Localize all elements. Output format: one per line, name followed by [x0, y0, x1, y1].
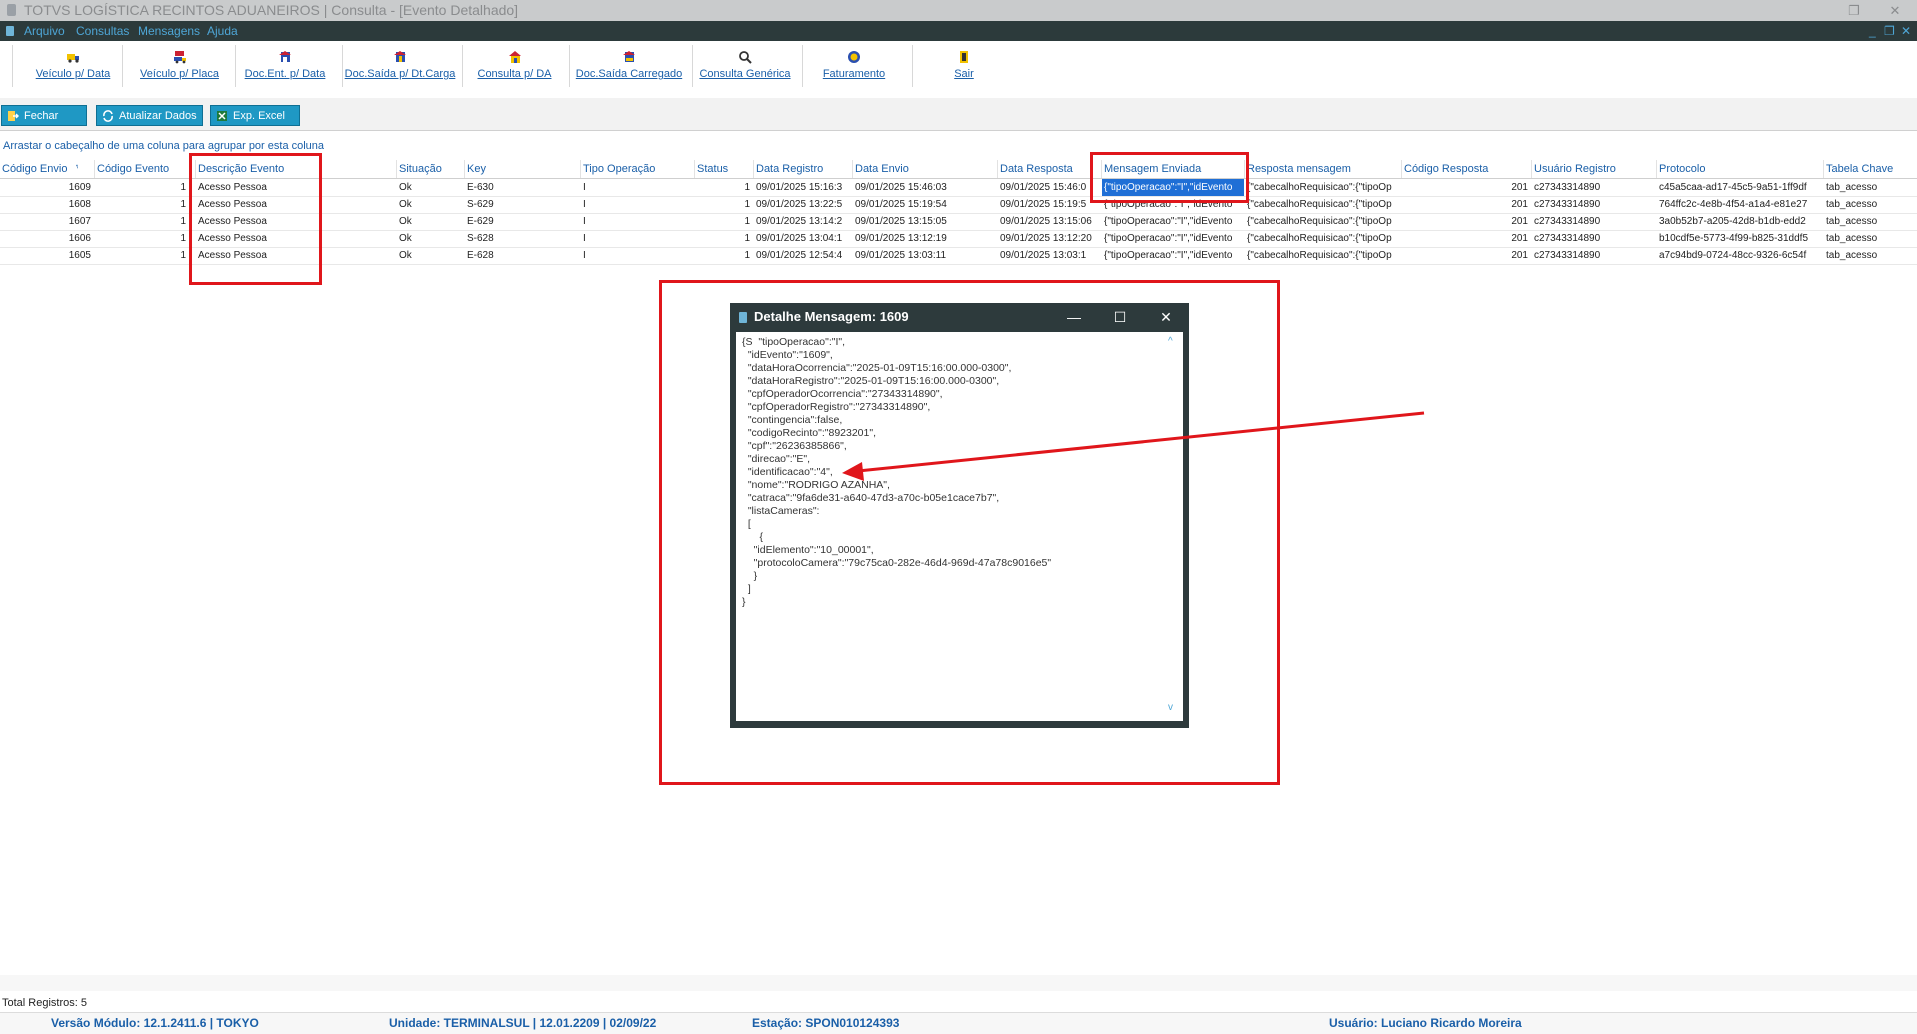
scroll-down-icon[interactable]: v: [1168, 702, 1173, 713]
grid-footer-area: [0, 975, 1917, 991]
toolbar-separator: [462, 45, 463, 87]
highlight-mensagem-cell: [1090, 152, 1249, 203]
toolbar-separator: [569, 45, 570, 87]
exp-excel-button[interactable]: Exp. Excel: [210, 105, 300, 126]
truck-icon: [67, 54, 79, 63]
dialog-title: Detalhe Mensagem: 1609: [754, 309, 909, 324]
refresh-icon: [103, 110, 113, 122]
doc-saida-carregado-button[interactable]: Doc.Saída Carregado: [573, 44, 685, 88]
dialog-close-button[interactable]: ✕: [1151, 303, 1181, 331]
col-codigo-envio[interactable]: Código Envio▽: [0, 160, 78, 178]
menu-consultas[interactable]: Consultas: [76, 21, 129, 41]
scroll-up-icon[interactable]: ^: [1168, 336, 1173, 347]
exit-door-icon: [960, 51, 968, 63]
document-icon: [6, 26, 14, 36]
doc-exit-icon: [394, 51, 406, 62]
veiculo-placa-button[interactable]: Veículo p/ Placa: [128, 44, 231, 88]
mdi-minimize-button[interactable]: _: [1869, 21, 1876, 41]
dialog-body: {S "tipoOperacao":"I", "idEvento":"1609"…: [736, 332, 1183, 721]
col-status[interactable]: Status: [694, 160, 753, 178]
detalhe-mensagem-dialog: Detalhe Mensagem: 1609 — ☐ ✕ {S "tipoOpe…: [730, 303, 1189, 728]
total-registros: Total Registros: 5: [2, 997, 87, 1009]
vertical-scrollbar[interactable]: ^ v: [1167, 336, 1179, 717]
sair-button[interactable]: Sair: [914, 44, 1014, 88]
close-window-button[interactable]: ✕: [1880, 0, 1910, 21]
menu-bar: Arquivo Consultas Mensagens Ajuda _ ❐ ✕: [0, 21, 1917, 41]
status-unit: Unidade: TERMINALSUL | 12.01.2209 | 02/0…: [389, 1016, 657, 1030]
toolbar-separator: [12, 45, 13, 87]
doc-loaded-icon: [623, 51, 635, 62]
toolbar-separator: [692, 45, 693, 87]
fechar-button[interactable]: Fechar: [1, 105, 87, 126]
status-user: Usuário: Luciano Ricardo Moreira: [1329, 1016, 1522, 1030]
billing-icon: [848, 51, 860, 63]
mdi-close-button[interactable]: ✕: [1901, 21, 1911, 41]
dialog-maximize-button[interactable]: ☐: [1105, 303, 1135, 331]
close-door-icon: [8, 111, 19, 121]
consulta-da-button[interactable]: Consulta p/ DA: [464, 44, 565, 88]
col-data-resposta[interactable]: Data Resposta: [997, 160, 1101, 178]
app-icon: [7, 4, 16, 16]
restore-window-button[interactable]: ❐: [1839, 0, 1869, 21]
highlight-descricao-column: [189, 153, 322, 285]
doc-entry-icon: [279, 51, 291, 62]
dialog-title-bar[interactable]: Detalhe Mensagem: 1609 — ☐ ✕: [730, 303, 1189, 331]
toolbar-separator: [122, 45, 123, 87]
col-situacao[interactable]: Situação: [396, 160, 464, 178]
status-station: Estação: SPON010124393: [752, 1016, 900, 1030]
sort-descending-icon: ▽: [76, 160, 78, 178]
dialog-app-icon: [739, 312, 747, 323]
action-bar: Fechar Atualizar Dados Exp. Excel: [0, 98, 1917, 131]
magnifier-icon: [739, 51, 752, 64]
main-toolbar: Veículo p/ Data Veículo p/ Placa Doc.Ent…: [0, 41, 1917, 117]
status-bar: Versão Módulo: 12.1.2411.6 | TOKYO Unida…: [0, 1012, 1917, 1034]
group-by-hint: Arrastar o cabeçalho de uma coluna para …: [3, 140, 325, 152]
excel-icon: [217, 111, 227, 121]
col-codigo-evento[interactable]: Código Evento: [94, 160, 189, 178]
window-title-bar: TOTVS LOGÍSTICA RECINTOS ADUANEIROS | Co…: [0, 0, 1917, 21]
col-protocolo[interactable]: Protocolo: [1656, 160, 1823, 178]
message-json-text[interactable]: {S "tipoOperacao":"I", "idEvento":"1609"…: [742, 336, 1157, 716]
veiculo-data-button[interactable]: Veículo p/ Data: [18, 44, 128, 88]
menu-ajuda[interactable]: Ajuda: [207, 21, 238, 41]
col-tipo-operacao[interactable]: Tipo Operação: [580, 160, 694, 178]
col-codigo-resposta[interactable]: Código Resposta: [1401, 160, 1531, 178]
doc-saida-carga-button[interactable]: Doc.Saída p/ Dt.Carga: [344, 44, 456, 88]
col-data-registro[interactable]: Data Registro: [753, 160, 852, 178]
menu-arquivo[interactable]: Arquivo: [24, 21, 65, 41]
mdi-restore-button[interactable]: ❐: [1884, 21, 1895, 41]
toolbar-separator: [342, 45, 343, 87]
atualizar-dados-button[interactable]: Atualizar Dados: [96, 105, 203, 126]
col-usuario-registro[interactable]: Usuário Registro: [1531, 160, 1656, 178]
toolbar-separator: [912, 45, 913, 87]
menu-mensagens[interactable]: Mensagens: [138, 21, 200, 41]
truck-plate-icon: [173, 51, 186, 64]
toolbar-separator: [235, 45, 236, 87]
status-version: Versão Módulo: 12.1.2411.6 | TOKYO: [51, 1016, 259, 1030]
dialog-minimize-button[interactable]: —: [1059, 303, 1089, 331]
query-da-icon: [508, 51, 521, 63]
col-data-envio[interactable]: Data Envio: [852, 160, 997, 178]
window-title: TOTVS LOGÍSTICA RECINTOS ADUANEIROS | Co…: [24, 2, 519, 18]
consulta-generica-button[interactable]: Consulta Genérica: [694, 44, 796, 88]
col-tabela-chave[interactable]: Tabela Chave: [1823, 160, 1917, 178]
faturamento-button[interactable]: Faturamento: [804, 44, 904, 88]
col-key[interactable]: Key: [464, 160, 580, 178]
col-resposta-mensagem[interactable]: Resposta mensagem: [1244, 160, 1401, 178]
toolbar-separator: [802, 45, 803, 87]
doc-entrada-data-button[interactable]: Doc.Ent. p/ Data: [238, 44, 332, 88]
